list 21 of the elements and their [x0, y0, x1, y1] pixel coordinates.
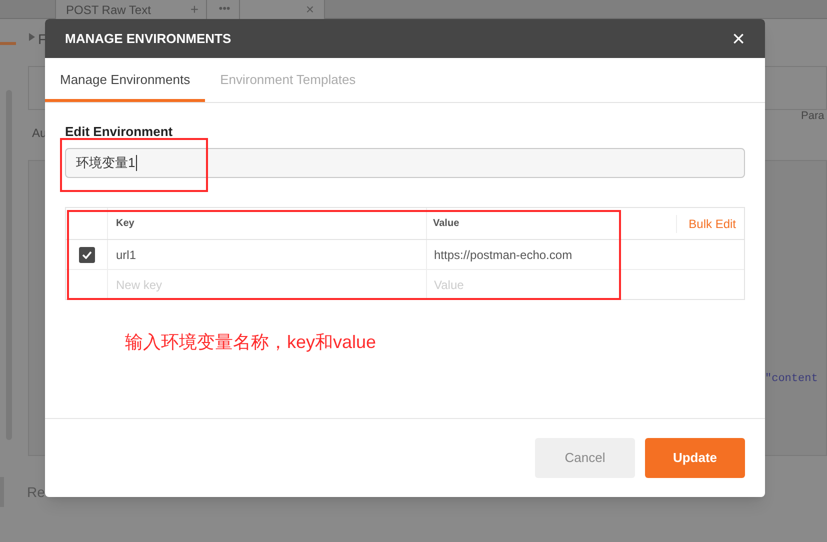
update-button[interactable]: Update [645, 438, 745, 478]
column-header: Value [432, 217, 460, 231]
params-tab[interactable]: Para [801, 108, 824, 124]
annotation-text: 输入环境变量名称，key和value [125, 331, 376, 354]
check-icon [82, 250, 92, 258]
key-cell[interactable]: url1 [108, 240, 427, 269]
tab[interactable]: Manage Environments [45, 58, 206, 102]
tab[interactable]: Environment Templates [205, 58, 371, 102]
cancel-button[interactable]: Cancel [535, 438, 635, 478]
field-label: Edit Environment [65, 123, 174, 141]
close-icon[interactable]: × [306, 0, 314, 20]
name-field[interactable]: 环境变量1 [65, 148, 745, 178]
caret-icon[interactable] [29, 33, 35, 41]
column-header: Key [108, 208, 427, 239]
dialog-title: MANAGE ENVIRONMENTS [65, 30, 232, 48]
value-cell[interactable]: https://postman-echo.com [427, 240, 668, 269]
bulk-edit-link[interactable]: Bulk Edit [676, 214, 736, 232]
checkbox[interactable] [78, 246, 94, 262]
tab-indicator [0, 42, 16, 45]
close-button[interactable]: × [732, 28, 745, 50]
code-text: "content [765, 372, 818, 387]
